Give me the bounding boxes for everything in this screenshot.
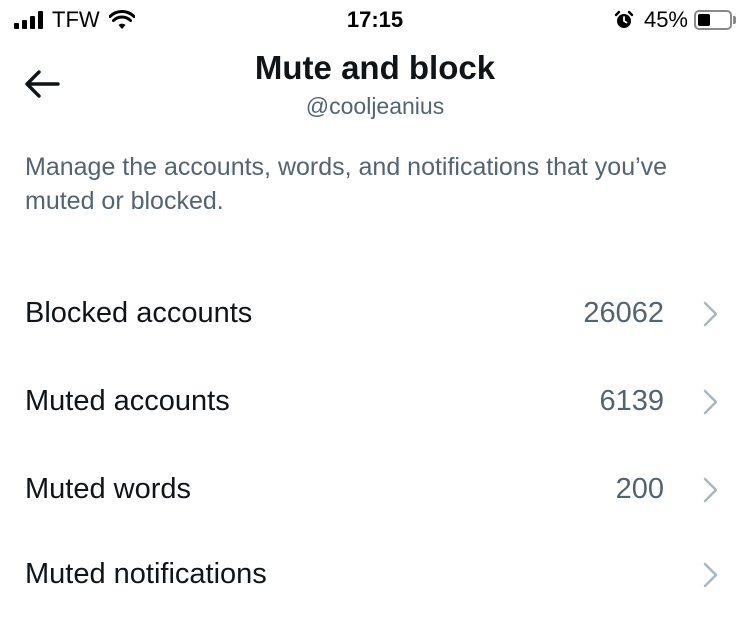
list-item-muted-notifications[interactable]: Muted notifications xyxy=(0,531,750,617)
chevron-right-icon xyxy=(703,562,718,588)
battery-percentage: 45% xyxy=(643,7,688,32)
page-description: Manage the accounts, words, and notifica… xyxy=(25,153,668,215)
chevron-right-icon xyxy=(703,389,718,415)
list-item-count: 26062 xyxy=(583,297,664,329)
list-item-label: Muted notifications xyxy=(25,558,267,590)
list-item-count: 6139 xyxy=(599,385,664,417)
list-item-label: Muted accounts xyxy=(25,385,230,417)
status-bar-right: 45% xyxy=(614,7,736,33)
list-item-label: Blocked accounts xyxy=(25,297,253,329)
list-item-label: Muted words xyxy=(25,473,192,505)
alarm-icon xyxy=(614,10,634,28)
status-bar: TFW 17:15 45% xyxy=(0,0,750,40)
battery-icon xyxy=(694,10,736,30)
list-item-muted-accounts[interactable]: Muted accounts 6139 xyxy=(0,358,750,444)
chevron-right-icon xyxy=(703,301,718,327)
page-title: Mute and block xyxy=(254,49,496,86)
list-item-muted-words[interactable]: Muted words 200 xyxy=(0,446,750,532)
list-item-count: 200 xyxy=(615,473,664,505)
chevron-right-icon xyxy=(703,477,718,503)
battery-level xyxy=(698,14,710,26)
list-item-blocked-accounts[interactable]: Blocked accounts 26062 xyxy=(0,270,750,356)
account-handle: @cooljeanius xyxy=(305,93,445,119)
